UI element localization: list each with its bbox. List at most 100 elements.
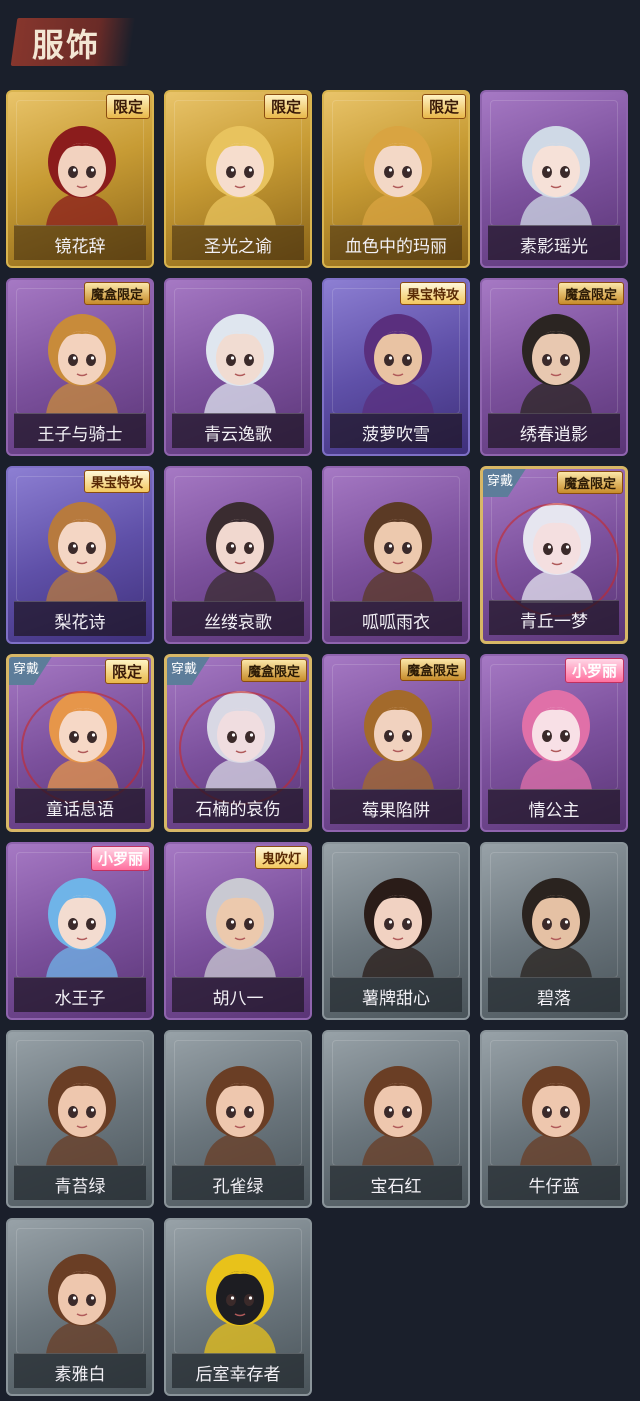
name-bar: 薯牌甜心 — [330, 977, 462, 1012]
outfit-portrait — [194, 114, 286, 226]
outfit-portrait — [352, 1054, 444, 1166]
name-bar: 水王子 — [14, 977, 146, 1012]
name-bar: 童话息语 — [15, 788, 145, 823]
name-bar: 情公主 — [488, 789, 620, 824]
limited-badge: 果宝特攻 — [399, 282, 466, 305]
limited-badge: 限定 — [104, 659, 149, 684]
outfit-name: 圣光之谕 — [204, 237, 272, 257]
name-bar: 牛仔蓝 — [488, 1165, 620, 1200]
outfit-name: 薯牌甜心 — [362, 989, 430, 1009]
outfit-portrait — [510, 678, 602, 790]
outfit-name: 王子与骑士 — [37, 425, 123, 445]
outfit-name: 呱呱雨衣 — [362, 613, 430, 633]
outfit-card[interactable]: 限定血色中的玛丽 — [322, 90, 470, 268]
name-bar: 素雅白 — [14, 1353, 146, 1388]
outfit-portrait — [194, 1054, 286, 1166]
outfit-name: 素雅白 — [54, 1365, 106, 1385]
outfit-name: 孔雀绿 — [212, 1177, 264, 1197]
outfit-portrait — [194, 302, 286, 414]
name-bar: 胡八一 — [172, 977, 304, 1012]
limited-badge: 鬼吹灯 — [254, 846, 308, 869]
outfit-portrait — [36, 1054, 128, 1166]
outfit-name: 青丘一梦 — [520, 612, 588, 632]
outfit-card[interactable]: 素影瑶光 — [480, 90, 628, 268]
name-bar: 宝石红 — [330, 1165, 462, 1200]
outfit-name: 丝缕哀歌 — [204, 613, 272, 633]
outfit-portrait — [36, 114, 128, 226]
outfit-name: 胡八一 — [212, 989, 264, 1009]
name-bar: 素影瑶光 — [488, 225, 620, 260]
outfit-card[interactable]: 魔盒限定王子与骑士 — [6, 278, 154, 456]
name-bar: 青丘一梦 — [489, 600, 619, 635]
name-bar: 石楠的哀伤 — [173, 788, 303, 823]
outfit-portrait — [352, 114, 444, 226]
outfit-card[interactable]: 素雅白 — [6, 1218, 154, 1396]
outfit-name: 石楠的哀伤 — [195, 800, 281, 820]
outfit-card[interactable]: 青苔绿 — [6, 1030, 154, 1208]
outfit-card[interactable]: 果宝特攻菠萝吹雪 — [322, 278, 470, 456]
name-bar: 镜花辞 — [14, 225, 146, 260]
outfit-portrait — [510, 302, 602, 414]
outfit-name: 碧落 — [537, 989, 571, 1009]
outfit-portrait — [194, 1242, 286, 1354]
name-bar: 青云逸歌 — [172, 413, 304, 448]
outfit-name: 素影瑶光 — [520, 237, 588, 257]
outfit-card[interactable]: 穿戴 魔盒限定 石楠的哀伤 — [164, 654, 312, 832]
outfit-card[interactable]: 丝缕哀歌 — [164, 466, 312, 644]
outfit-card[interactable]: 穿戴 魔盒限定 青丘一梦 — [480, 466, 628, 644]
limited-badge: 小罗丽 — [564, 658, 624, 683]
outfit-name: 梨花诗 — [54, 613, 106, 633]
outfit-portrait — [194, 490, 286, 602]
outfit-card[interactable]: 魔盒限定莓果陷阱 — [322, 654, 470, 832]
name-bar: 王子与骑士 — [14, 413, 146, 448]
limited-badge: 限定 — [263, 94, 308, 119]
limited-badge: 魔盒限定 — [399, 658, 466, 681]
outfit-card[interactable]: 小罗丽情公主 — [480, 654, 628, 832]
outfit-card[interactable]: 限定镜花辞 — [6, 90, 154, 268]
outfit-name: 水王子 — [54, 989, 106, 1009]
limited-badge: 限定 — [421, 94, 466, 119]
outfit-name: 菠萝吹雪 — [362, 425, 430, 445]
outfit-name: 牛仔蓝 — [528, 1177, 580, 1197]
outfit-card[interactable]: 牛仔蓝 — [480, 1030, 628, 1208]
outfit-card[interactable]: 薯牌甜心 — [322, 842, 470, 1020]
outfit-card[interactable]: 青云逸歌 — [164, 278, 312, 456]
outfit-portrait — [510, 1054, 602, 1166]
outfit-portrait — [36, 1242, 128, 1354]
outfit-card[interactable]: 呱呱雨衣 — [322, 466, 470, 644]
outfit-name: 血色中的玛丽 — [345, 237, 447, 257]
outfit-card[interactable]: 宝石红 — [322, 1030, 470, 1208]
header: 服饰 — [0, 0, 640, 80]
limited-badge: 限定 — [105, 94, 150, 119]
outfit-portrait — [36, 490, 128, 602]
outfit-card[interactable]: 穿戴 限定 童话息语 — [6, 654, 154, 832]
name-bar: 后室幸存者 — [172, 1353, 304, 1388]
outfit-name: 后室幸存者 — [195, 1365, 281, 1385]
outfit-card[interactable]: 果宝特攻 梨花诗 — [6, 466, 154, 644]
name-bar: 碧落 — [488, 977, 620, 1012]
outfit-portrait — [194, 866, 286, 978]
outfit-portrait — [352, 866, 444, 978]
outfit-name: 宝石红 — [370, 1177, 422, 1197]
outfit-card[interactable]: 小罗丽 水王子 — [6, 842, 154, 1020]
outfit-portrait — [352, 678, 444, 790]
name-bar: 莓果陷阱 — [330, 789, 462, 824]
outfit-portrait — [352, 490, 444, 602]
outfit-name: 莓果陷阱 — [362, 801, 430, 821]
outfit-card[interactable]: 碧落 — [480, 842, 628, 1020]
outfit-portrait — [510, 866, 602, 978]
outfit-portrait — [510, 114, 602, 226]
outfit-card[interactable]: 鬼吹灯胡八一 — [164, 842, 312, 1020]
outfit-name: 童话息语 — [46, 800, 114, 820]
outfit-card[interactable]: 后室幸存者 — [164, 1218, 312, 1396]
limited-badge: 魔盒限定 — [83, 282, 150, 305]
outfit-portrait — [36, 302, 128, 414]
outfit-card[interactable]: 魔盒限定 绣春逍影 — [480, 278, 628, 456]
name-bar: 丝缕哀歌 — [172, 601, 304, 636]
outfit-card[interactable]: 限定圣光之谕 — [164, 90, 312, 268]
limited-badge: 魔盒限定 — [556, 471, 623, 494]
outfit-name: 绣春逍影 — [520, 425, 588, 445]
outfit-card[interactable]: 孔雀绿 — [164, 1030, 312, 1208]
page-title: 服饰 — [32, 26, 101, 64]
outfit-name: 镜花辞 — [54, 237, 106, 257]
